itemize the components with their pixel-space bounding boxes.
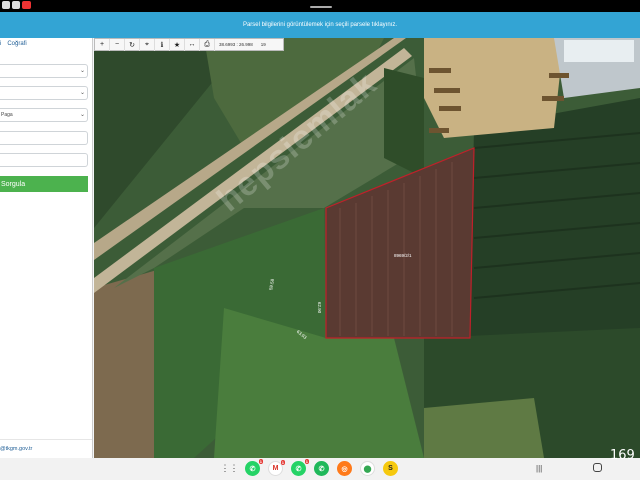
print-icon: ⎙	[204, 40, 210, 48]
orange-app-icon[interactable]: ◎	[337, 461, 352, 476]
tab-idari[interactable]: i	[0, 41, 1, 47]
info-icon: ℹ	[160, 41, 164, 49]
parcel-input[interactable]	[0, 153, 88, 167]
navigation-bar: ⋮⋮ ✆ 1 M1 ✆ 1 ✆ ◎ ⬤ S |||	[0, 458, 640, 480]
divider	[0, 439, 92, 440]
district-select[interactable]: ⌄	[0, 86, 88, 100]
query-button[interactable]: Sorgula	[0, 176, 88, 192]
notification-icon	[2, 1, 10, 9]
overlay-number: 169	[610, 448, 635, 463]
chevron-down-icon: ⌄	[79, 68, 85, 74]
side-panel: i Coğrafi ⌄ ⌄ Paga ⌄ Sorgula @tkgm.gov.t…	[0, 38, 93, 458]
star-icon: ★	[173, 41, 181, 49]
chevron-down-icon: ⌄	[79, 112, 85, 118]
coordinate-readout: 38.6993 : 26.998	[219, 42, 253, 47]
parcel-number-label[interactable]: 8969/2/1	[394, 253, 412, 258]
crosshair-icon: ⌖	[145, 40, 149, 48]
query-button-label: Sorgula	[1, 180, 26, 188]
map-toolbar: + − ↻ ⌖ ℹ ★ ↔ ⎙ 38.6993 : 26.998 19	[94, 38, 284, 51]
app-dock: ⋮⋮ ✆ 1 M1 ✆ 1 ✆ ◎ ⬤ S	[221, 459, 398, 476]
s-app-icon[interactable]: S	[383, 461, 398, 476]
tab-cografi[interactable]: Coğrafi	[7, 41, 26, 47]
app-drawer-icon[interactable]: ⋮⋮	[221, 461, 239, 476]
status-bar	[0, 0, 640, 12]
contact-email[interactable]: @tkgm.gov.tr	[0, 446, 32, 452]
print-button[interactable]: ⎙	[200, 38, 215, 51]
chevron-down-icon: ⌄	[79, 90, 85, 96]
whatsapp-icon[interactable]: ✆ 1	[245, 459, 263, 476]
badge: 1	[258, 459, 263, 464]
info-banner: Parsel bilgilerini görüntülemek için seç…	[0, 12, 640, 38]
edge-length-label: 62.90	[317, 301, 323, 314]
badge: 1	[280, 460, 285, 465]
whatsapp-business-icon[interactable]: ✆ 1	[291, 459, 309, 476]
locate-button[interactable]: ⌖	[140, 38, 155, 51]
zoom-in-button[interactable]: +	[95, 38, 110, 51]
zoom-level: 19	[260, 42, 266, 47]
province-select[interactable]: ⌄	[0, 64, 88, 78]
neighborhood-value: Paga	[1, 112, 13, 118]
measure-icon: ↔	[188, 41, 196, 48]
plus-icon: +	[99, 41, 105, 48]
recent-apps-button[interactable]: |||	[536, 464, 542, 473]
badge: 1	[304, 459, 309, 464]
status-icons	[2, 1, 31, 9]
maps-icon[interactable]: ⬤	[360, 461, 375, 476]
info-button[interactable]: ℹ	[155, 38, 170, 51]
favorite-button[interactable]: ★	[170, 38, 185, 51]
banner-text: Parsel bilgilerini görüntülemek için seç…	[242, 22, 398, 28]
block-input[interactable]	[0, 131, 88, 145]
refresh-button[interactable]: ↻	[125, 38, 140, 51]
minus-icon: −	[114, 41, 120, 48]
zoom-out-button[interactable]: −	[110, 38, 125, 51]
drag-handle[interactable]	[310, 6, 332, 8]
screen: Parsel bilgilerini görüntülemek için seç…	[0, 0, 640, 480]
neighborhood-select[interactable]: Paga ⌄	[0, 108, 88, 122]
measure-button[interactable]: ↔	[185, 38, 200, 51]
gmail-icon[interactable]: M1	[268, 460, 285, 476]
refresh-icon: ↻	[129, 41, 135, 49]
panel-tabs: i Coğrafi	[0, 41, 27, 47]
whatsapp-status-icon	[12, 1, 20, 9]
home-button[interactable]	[593, 463, 602, 472]
youtube-status-icon	[22, 1, 31, 9]
phone-icon[interactable]: ✆	[314, 461, 329, 476]
